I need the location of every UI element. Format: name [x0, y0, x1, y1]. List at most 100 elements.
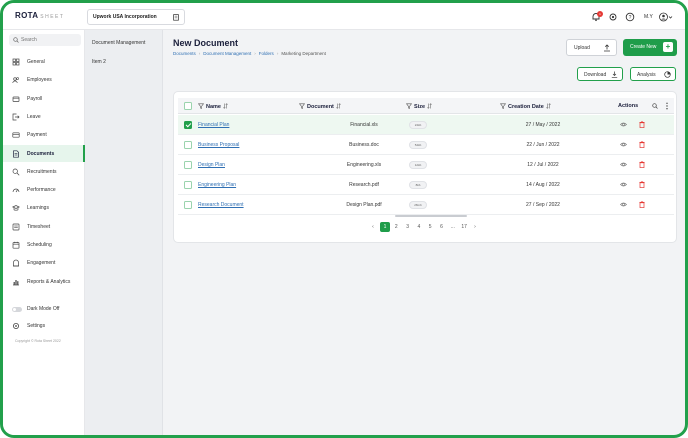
settings-button[interactable] [608, 12, 618, 22]
row-checkbox[interactable] [184, 180, 192, 189]
view-icon[interactable] [620, 181, 627, 188]
sidebar-item-payroll[interactable]: Payroll [3, 90, 85, 107]
search-icon [13, 37, 19, 43]
table-row[interactable]: Research Document Design Plan.pdf 28mb 27 /… [178, 195, 674, 215]
creation-date: 27 / May / 2022 [525, 122, 561, 128]
document-file: Financial.xls [350, 122, 378, 128]
column-header-creation-date-label: Creation Date [508, 104, 544, 110]
sidebar-item-employees[interactable]: Employees [3, 71, 85, 88]
page-button[interactable]: 1 [380, 222, 390, 232]
dark-mode-toggle[interactable] [12, 307, 22, 312]
column-header-creation-date[interactable]: Creation Date [500, 103, 551, 110]
help-button[interactable]: ? [625, 12, 635, 22]
sidebar-item-label: Timesheet [27, 223, 51, 230]
document-name-link[interactable]: Financial Plan [198, 122, 229, 128]
table-row[interactable]: Design Plan Engineering.xls 12kb 12 / Jul /… [178, 155, 674, 175]
sidebar-item-label: Scheduling [27, 242, 52, 248]
row-checkbox[interactable] [184, 140, 192, 149]
column-header-name[interactable]: Name [198, 103, 228, 110]
sidebar: General Employees Payroll Leave Payment Docum… [3, 30, 85, 435]
user-initials: M.Y [644, 14, 653, 20]
select-all-checkbox[interactable] [184, 101, 192, 110]
download-button[interactable]: Download [577, 67, 623, 81]
document-name-link[interactable]: Research Document [198, 202, 244, 208]
sidebar-item-performance[interactable]: Performance [3, 181, 85, 198]
sidebar-item-label: General [27, 59, 45, 65]
notification-button[interactable]: 1 [591, 11, 603, 22]
document-file: Engineering.xls [346, 162, 382, 168]
page-button[interactable]: 6 [437, 222, 447, 232]
column-header-actions: Actions [618, 103, 639, 109]
create-new-button[interactable]: Create New + [623, 39, 677, 56]
row-checkbox[interactable] [184, 120, 192, 129]
table-header: Name Document Size Creation Date Actions [178, 98, 674, 114]
horizontal-scrollbar[interactable] [395, 215, 467, 217]
breadcrumb-documents[interactable]: Documents [173, 51, 196, 56]
next-page-button[interactable]: › [470, 222, 480, 232]
delete-icon[interactable] [639, 161, 645, 168]
search-input[interactable] [21, 35, 77, 45]
document-name-link[interactable]: Engineering Plan [198, 182, 236, 188]
document-name-link[interactable]: Business Proposal [198, 142, 239, 148]
column-header-document-label: Document [307, 104, 334, 110]
sort-icon [335, 103, 341, 109]
sidebar-item-general[interactable]: General [3, 53, 85, 70]
sidebar-item-label: Learnings [27, 205, 49, 212]
sidebar-item-recruitments[interactable]: Recruitments [3, 163, 85, 180]
document-name-link[interactable]: Design Plan [198, 162, 225, 168]
analysis-label: Analysis [637, 71, 656, 78]
exit-icon [12, 113, 20, 121]
page-button[interactable]: 5 [425, 222, 435, 232]
svg-text:?: ? [629, 15, 632, 21]
delete-icon[interactable] [639, 141, 645, 148]
learning-icon [12, 205, 20, 211]
row-checkbox[interactable] [184, 160, 192, 169]
prev-page-button[interactable]: ‹ [368, 222, 378, 232]
table-row[interactable]: Business Proposal Business.doc 54kb 22 / Ju… [178, 135, 674, 155]
analysis-button[interactable]: Analysis [630, 67, 676, 81]
sidebar-item-scheduling[interactable]: Scheduling [3, 236, 85, 253]
subnav-item-document-management[interactable]: Document Management [92, 40, 145, 46]
view-icon[interactable] [620, 121, 627, 128]
delete-icon[interactable] [639, 121, 645, 128]
size-badge: 8kb [409, 181, 427, 189]
column-header-size[interactable]: Size [406, 103, 432, 110]
column-header-document[interactable]: Document [299, 103, 341, 110]
page-button[interactable]: 2 [391, 222, 401, 232]
size-badge: 28mb [409, 201, 427, 209]
upload-button[interactable]: Upload [566, 39, 617, 56]
table-row[interactable]: Financial Plan Financial.xls 24kb 27 / May … [178, 115, 674, 135]
table-row[interactable]: Engineering Plan Research.pdf 8kb 14 / Aug … [178, 175, 674, 195]
company-selector[interactable]: Upwork USA Incorporation [87, 9, 185, 25]
sidebar-item-leave[interactable]: Leave [3, 108, 85, 125]
user-menu-button[interactable] [659, 12, 673, 22]
upload-label: Upload [574, 45, 590, 51]
view-icon[interactable] [620, 161, 627, 168]
row-checkbox[interactable] [184, 200, 192, 209]
more-vertical-icon[interactable] [665, 102, 669, 110]
sidebar-item-learnings[interactable]: Learnings [3, 199, 85, 216]
subnav-item-2[interactable]: Item 2 [92, 59, 106, 65]
copyright-text: Copyright © Rota Sheet 2022 [15, 339, 61, 343]
search-icon[interactable] [652, 103, 658, 109]
creation-date: 22 / Jun / 2022 [526, 142, 560, 148]
page-button[interactable]: 17 [459, 222, 469, 232]
delete-icon[interactable] [639, 201, 645, 208]
view-icon[interactable] [620, 141, 627, 148]
calendar-icon [12, 241, 20, 249]
view-icon[interactable] [620, 201, 627, 208]
sidebar-item-engagement[interactable]: Engagement [3, 254, 85, 271]
sidebar-item-timesheet[interactable]: Timesheet [3, 218, 85, 235]
breadcrumb-document-management[interactable]: Document Management [203, 51, 251, 56]
sidebar-item-documents[interactable]: Documents [3, 144, 85, 162]
clock-icon [12, 223, 20, 231]
page-button[interactable]: 4 [414, 222, 424, 232]
sidebar-item-reports-and-analytics[interactable]: Reports & Analytics [3, 273, 85, 290]
sidebar-item-settings[interactable]: Settings [3, 317, 85, 334]
page-button[interactable]: 3 [403, 222, 413, 232]
delete-icon[interactable] [639, 181, 645, 188]
sidebar-item-payment[interactable]: Payment [3, 126, 85, 143]
sidebar-search[interactable] [9, 34, 81, 46]
logo[interactable]: ROTA SHEET [15, 11, 64, 20]
breadcrumb-folders[interactable]: Folders [259, 51, 274, 56]
